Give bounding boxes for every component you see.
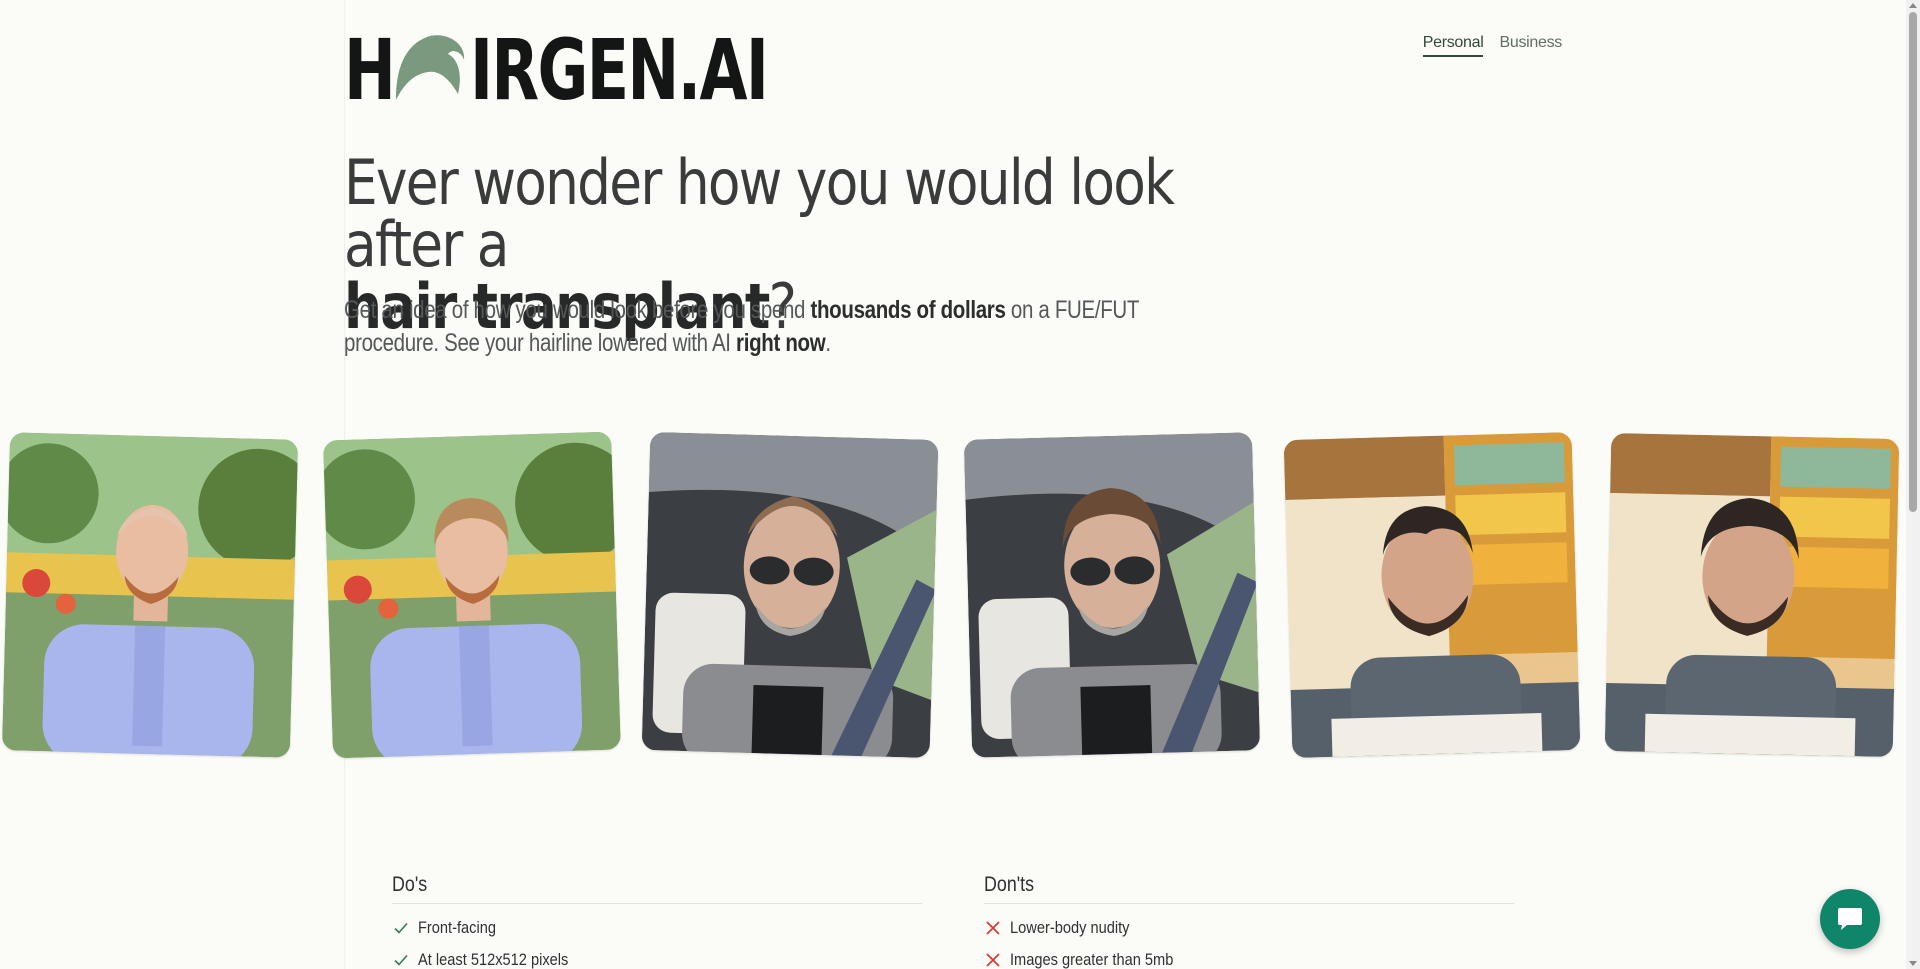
list-item: At least 512x512 pixels [392, 944, 922, 969]
donts-heading: Don'ts [984, 873, 1515, 904]
page-scrollbar[interactable] [1906, 0, 1920, 969]
logo-text: IRGEN.AI [470, 21, 769, 119]
hair-swoosh-icon [390, 30, 470, 110]
donts-list: Lower-body nudity Images greater than 5m… [984, 912, 1514, 969]
cross-icon [986, 921, 1000, 935]
hero-subtitle-part3: . [825, 329, 831, 357]
page: H IRGEN.AI Personal Business Ever wonder… [0, 0, 1920, 969]
dos-list: Front-facing At least 512x512 pixels [392, 912, 922, 969]
photo-man-restaurant-before [1283, 432, 1581, 758]
hero-subtitle-bold1: thousands of dollars [810, 296, 1006, 324]
check-icon [394, 954, 408, 966]
nav-personal[interactable]: Personal [1422, 34, 1484, 57]
nav-business[interactable]: Business [1499, 34, 1562, 57]
hairgen-logo[interactable]: H IRGEN.AI [344, 21, 833, 119]
photo-man-sunglasses-car-before [641, 432, 939, 758]
donts-item-text: Images greater than 5mb [1010, 950, 1174, 969]
hero-subtitle: Get an idea of how you would look before… [344, 294, 1180, 360]
photo-man-sunglasses-car-after [963, 432, 1261, 758]
chat-bubble-icon [1838, 908, 1862, 930]
dos-item-text: At least 512x512 pixels [418, 950, 569, 969]
check-icon [394, 922, 408, 934]
photo-man-blue-shirt-after [323, 431, 621, 759]
chat-button[interactable] [1820, 889, 1880, 949]
cross-icon [986, 953, 1000, 967]
hero-subtitle-bold2: right now [736, 329, 826, 357]
list-item: Lower-body nudity [984, 912, 1514, 944]
photo-man-blue-shirt-before [1, 432, 299, 758]
list-item: Front-facing [392, 912, 922, 944]
donts-item-text: Lower-body nudity [1010, 918, 1130, 937]
donts-section: Don'ts Lower-body nudity Images greater … [984, 873, 1515, 969]
logo-letter-h: H [344, 21, 396, 119]
top-nav: Personal Business [1422, 34, 1562, 57]
hero-subtitle-part1: Get an idea of how you would look before… [344, 296, 811, 324]
scrollbar-thumb[interactable] [1909, 12, 1917, 512]
scroll-down-arrow-icon[interactable] [1909, 961, 1917, 966]
hero-title-line1: Ever wonder how you would look after a [344, 146, 1175, 281]
list-item: Images greater than 5mb [984, 944, 1514, 969]
scroll-up-arrow-icon[interactable] [1909, 3, 1917, 8]
photo-man-restaurant-after [1604, 433, 1900, 757]
dos-item-text: Front-facing [418, 918, 497, 937]
dos-heading: Do's [392, 873, 923, 904]
dos-section: Do's Front-facing At least 512x512 pixel… [392, 873, 923, 969]
